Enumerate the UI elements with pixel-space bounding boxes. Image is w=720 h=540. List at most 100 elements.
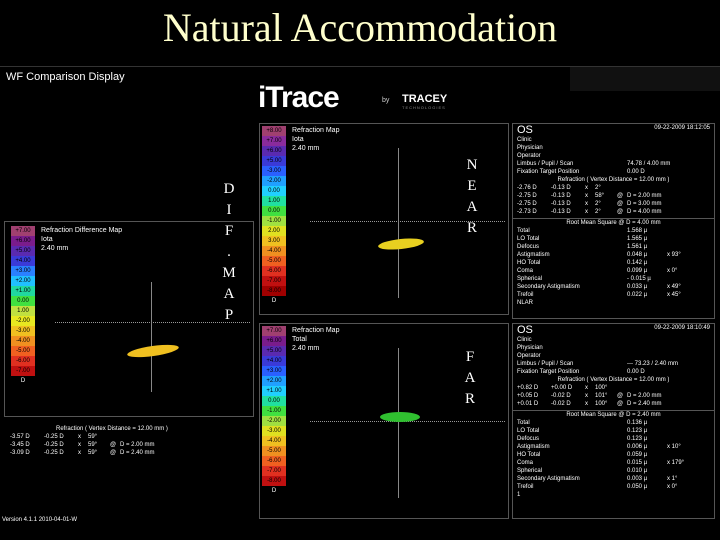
near-refraction-row-cell: [617, 184, 627, 192]
far-rms-row-cell: 1: [517, 492, 521, 498]
near-rms-row-cell: Trefoil: [517, 292, 534, 298]
near-map-title: Refraction Map Iota 2.40 mm: [292, 126, 339, 153]
far-scale-step: +1.00: [262, 386, 286, 396]
diff-refraction-row-cell: @: [110, 442, 117, 448]
far-map-title-line: Total: [292, 336, 307, 343]
far-rms-row-cell: [627, 491, 667, 499]
diff-refraction-row-cell: 59°: [88, 434, 98, 440]
near-scale-step: 3.00: [262, 236, 286, 246]
diff-scale-step: +7.00: [11, 226, 35, 236]
near-letter: A: [466, 199, 478, 215]
diff-scale-step: +1.00: [11, 286, 35, 296]
far-refraction-row: +0.82 D +0.00 D x 100°: [513, 384, 714, 392]
diff-scale-step: 0.00: [11, 296, 35, 306]
far-rms-row-cell: Secondary Astigmatism: [517, 476, 580, 482]
near-scale-step: D: [262, 296, 286, 306]
near-info-row-cell: Clinic: [517, 137, 532, 143]
far-info-row: Limbus / Pupil / Scan --- 73.23 / 2.40 mm: [513, 360, 714, 368]
diff-scale-step: -3.00: [11, 326, 35, 336]
near-scale: +8.00 +7.00 +6.00 +5.00 -3.00 -2.00 0.00 1.00 0.…: [262, 126, 286, 306]
near-scale-step: +6.00: [262, 146, 286, 156]
near-scale-step: +7.00: [262, 136, 286, 146]
far-rms-row-cell: HO Total: [517, 452, 541, 458]
far-info-row: Fixation Target Position 0.00 D: [513, 368, 714, 376]
near-scale-step: -7.00: [262, 276, 286, 286]
far-info-row-cell: Physician: [517, 345, 543, 351]
near-rms-row-cell: x 45°: [667, 292, 681, 298]
diff-refraction-row-cell: D = 2.40 mm: [120, 450, 155, 456]
dif-map-letter: I: [226, 202, 232, 218]
near-refraction-row-cell: -0.13 D: [551, 193, 571, 199]
diff-scale-step: +2.00: [11, 276, 35, 286]
near-rms-row-cell: NLAR: [517, 300, 534, 306]
diff-refraction-row-cell: -3.57 D: [10, 434, 30, 440]
far-refraction-row-cell: x: [585, 393, 588, 399]
far-info-row-cell: [627, 344, 707, 352]
far-rms-row-cell: [667, 491, 707, 499]
near-rms-row-cell: 1.561 µ: [627, 244, 648, 250]
near-refraction-row-cell: 2°: [595, 185, 601, 191]
far-rms-row: Spherical 0.010 µ: [513, 467, 714, 475]
near-scale-step: -5.00: [262, 256, 286, 266]
far-refraction-row-cell: x: [585, 401, 588, 407]
near-rms-row-cell: [667, 235, 707, 243]
version-label: Version 4.1.1 2010-04-01-W: [2, 517, 78, 523]
near-refraction-row-cell: -0.13 D: [551, 201, 571, 207]
near-rms-header: Root Mean Square @ D = 4.00 mm: [513, 218, 714, 227]
far-refraction-row-cell: 100°: [595, 385, 608, 391]
far-rms-row-cell: 0.006 µ: [627, 444, 648, 450]
near-rms-row-cell: 1.568 µ: [627, 228, 648, 234]
near-rms-row: Coma 0.099 µ x 0°: [513, 267, 714, 275]
far-refraction-row-cell: 101°: [595, 393, 608, 399]
far-label: FAR: [460, 347, 480, 410]
diff-refraction-row-cell: [120, 433, 180, 441]
near-eye-label: OS: [517, 124, 533, 136]
diff-refraction-row-cell: @: [110, 450, 117, 456]
difference-map-panel[interactable]: +7.00 +6.00 +5.00 +4.00 +3.00 +2.00 +1.00 0.00 1…: [4, 221, 254, 417]
logo-brand: iTrace: [258, 81, 340, 114]
near-rms-row: HO Total 0.142 µ: [513, 259, 714, 267]
diff-scale-step: +5.00: [11, 246, 35, 256]
near-refraction-row-cell: D = 2.00 mm: [627, 193, 662, 199]
near-map-title-line: Iota: [292, 136, 304, 143]
dif-map-letter: M: [222, 265, 236, 281]
far-info-row-cell: Clinic: [517, 337, 532, 343]
far-rms-row-cell: Astigmatism: [517, 444, 550, 450]
near-letter: N: [466, 157, 478, 173]
near-info-row-cell: Fixation Target Position: [517, 169, 580, 175]
near-rms-row-cell: 0.099 µ: [627, 268, 648, 274]
far-scale-step: -3.00: [262, 426, 286, 436]
near-refraction-row: -2.75 D -0.13 D x 58° @ D = 2.00 mm: [513, 192, 714, 200]
far-refraction-row-cell: +0.01 D: [517, 401, 539, 407]
window-title: WF Comparison Display: [6, 71, 125, 83]
diff-refraction-row-cell: D = 2.00 mm: [120, 442, 155, 448]
far-rms-row-cell: 0.123 µ: [627, 436, 648, 442]
near-scale-step: 2.00: [262, 226, 286, 236]
diff-refraction-row-cell: 59°: [88, 442, 98, 448]
far-rms-header: Root Mean Square @ D = 2.40 mm: [513, 410, 714, 419]
diff-refraction-row-cell: x: [78, 434, 81, 440]
header-strip: [570, 67, 720, 91]
far-map-title-line: 2.40 mm: [292, 345, 320, 352]
diff-refraction-row-cell: [110, 433, 120, 441]
near-scale-step: -8.00: [262, 286, 286, 296]
far-refraction-row-cell: -0.02 D: [551, 393, 571, 399]
near-refraction-row-cell: [627, 184, 687, 192]
near-letter: E: [467, 178, 477, 194]
dif-map-letter: P: [224, 307, 234, 323]
far-scale-step: -7.00: [262, 466, 286, 476]
far-rms-row: Astigmatism 0.006 µ x 10°: [513, 443, 714, 451]
far-scale-step: -2.00: [262, 416, 286, 426]
far-refraction-row-cell: D = 2.00 mm: [627, 393, 662, 399]
diff-refraction-header: Refraction ( Vertex Distance = 12.00 mm …: [56, 426, 168, 432]
far-refraction-row-cell: +0.82 D: [517, 385, 539, 391]
far-rms-row-cell: Defocus: [517, 436, 540, 442]
far-refraction-row-cell: x: [585, 385, 588, 391]
far-info-row-cell: [627, 352, 707, 360]
far-info-row-cell: --- 73.23 / 2.40 mm: [627, 361, 679, 367]
far-refraction-row-cell: +0.00 D: [551, 385, 573, 391]
far-rms-row-cell: Spherical: [517, 468, 543, 474]
near-refraction-row-cell: -0.13 D: [551, 185, 571, 191]
near-letter: R: [466, 220, 477, 236]
near-info-row-cell: [627, 136, 707, 144]
